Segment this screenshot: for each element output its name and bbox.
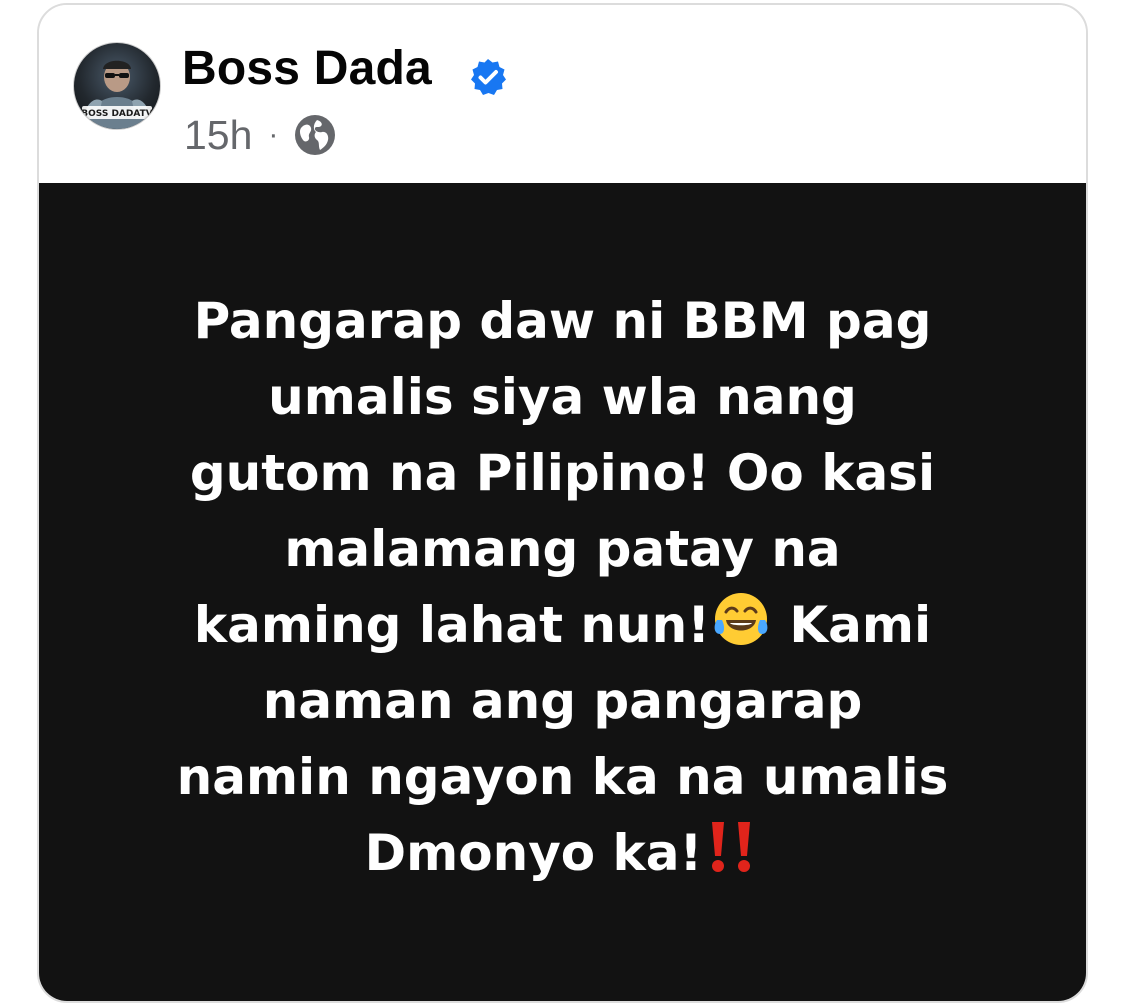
avatar-caption: BOSS DADATV [81,109,153,119]
globe-icon[interactable] [292,112,338,158]
post-line-2: umalis siya wla nang [268,368,857,426]
post-text: Pangarap daw ni BBM pag umalis siya wla … [79,283,1046,891]
avatar[interactable]: BOSS DADATV [73,42,161,130]
post-line-5-end: Kami [772,596,932,654]
post-line-8-text: Dmonyo ka! [364,824,703,882]
avatar-image: BOSS DADATV [81,60,153,129]
post-line-3: gutom na Pilipino! Oo kasi [189,444,936,502]
laughing-emoji-icon [714,593,768,645]
post-line-7: namin ngayon ka na umalis [176,748,949,806]
timestamp[interactable]: 15h [184,112,252,159]
author-name[interactable]: Boss Dada [182,41,432,96]
post-line-8: Dmonyo ka! [79,815,1046,891]
post-header: BOSS DADATV Boss Dada 15h · [39,5,1086,183]
post-line-6: naman ang pangarap [262,672,863,730]
post-meta: 15h · [184,107,338,163]
post-line-4: malamang patay na [284,520,841,578]
meta-separator: · [268,118,279,151]
post-line-1: Pangarap daw ni BBM pag [193,292,932,350]
post-line-5-start: kaming lahat nun! [193,596,710,654]
double-exclamation-icon [712,822,751,872]
post-background: Pangarap daw ni BBM pag umalis siya wla … [39,183,1086,1001]
post-line-5: kaming lahat nun! Kami [79,587,1046,663]
post-card: BOSS DADATV Boss Dada 15h · Pangarap daw… [37,3,1088,1003]
verified-badge-icon [471,59,506,95]
